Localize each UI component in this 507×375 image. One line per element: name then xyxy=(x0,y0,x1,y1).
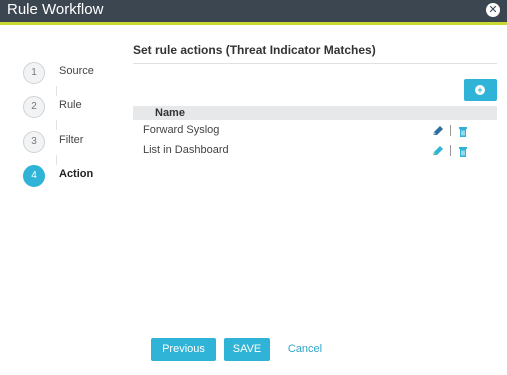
action-name: Forward Syslog xyxy=(143,124,220,136)
window-title: Rule Workflow xyxy=(7,1,104,18)
plus-circle-icon: + xyxy=(475,85,485,95)
step-source[interactable]: 1 Source xyxy=(23,62,133,84)
table-header: Name xyxy=(133,106,497,120)
step-number: 2 xyxy=(23,96,45,118)
step-label: Source xyxy=(59,65,94,77)
step-label: Action xyxy=(59,168,94,180)
step-number: 3 xyxy=(23,131,45,153)
divider xyxy=(450,125,451,136)
close-icon[interactable]: ✕ xyxy=(486,3,500,17)
step-number: 4 xyxy=(23,165,45,187)
divider xyxy=(450,145,451,156)
column-header-name: Name xyxy=(155,107,185,119)
step-action[interactable]: 4 Action xyxy=(23,165,133,187)
previous-button[interactable]: Previous xyxy=(151,338,216,361)
section-title: Set rule actions (Threat Indicator Match… xyxy=(133,43,376,57)
cancel-button[interactable]: Cancel xyxy=(282,338,328,361)
divider xyxy=(133,63,497,64)
step-label: Filter xyxy=(59,134,84,146)
trash-icon[interactable] xyxy=(458,125,468,137)
step-connector xyxy=(56,120,57,130)
title-bar: Rule Workflow ✕ xyxy=(0,0,507,25)
pencil-icon[interactable] xyxy=(431,144,445,158)
step-rule[interactable]: 2 Rule xyxy=(23,96,133,118)
save-button[interactable]: SAVE xyxy=(224,338,270,361)
trash-icon[interactable] xyxy=(458,145,468,157)
table-row: Forward Syslog xyxy=(133,122,497,140)
step-connector xyxy=(56,86,57,96)
step-label: Rule xyxy=(59,99,82,111)
table-row: List in Dashboard xyxy=(133,142,497,160)
pencil-icon[interactable] xyxy=(431,124,445,138)
action-name: List in Dashboard xyxy=(143,144,229,156)
add-action-button[interactable]: + xyxy=(464,79,497,101)
step-number: 1 xyxy=(23,62,45,84)
step-filter[interactable]: 3 Filter xyxy=(23,131,133,153)
step-connector xyxy=(56,155,57,165)
